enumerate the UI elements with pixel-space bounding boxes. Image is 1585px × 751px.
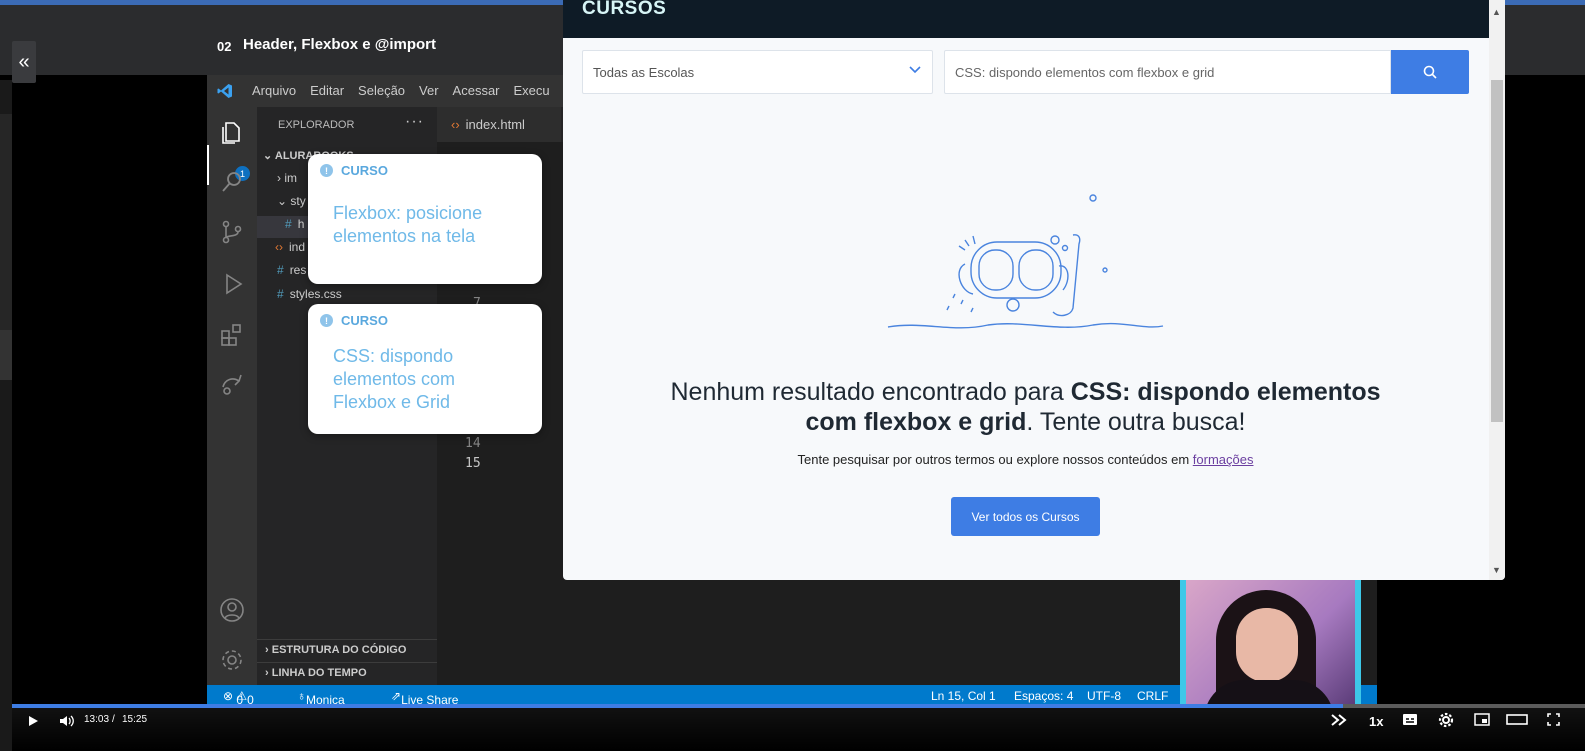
school-select-value: Todas as Escolas <box>593 65 695 80</box>
course-title: CSS: dispondo elementos com Flexbox e Gr… <box>333 346 456 412</box>
course-card[interactable]: ! CURSO Flexbox: posicione elementos na t… <box>308 154 542 284</box>
section-label: ESTRUTURA DO CÓDIGO <box>271 644 407 656</box>
picture-in-picture-icon[interactable] <box>1474 713 1490 726</box>
tree-item: # res <box>277 263 307 277</box>
playback-speed[interactable]: 1x <box>1369 714 1383 729</box>
editor-tab: ‹› index.html <box>437 107 561 142</box>
indent-status: Espaços: 4 <box>1014 689 1074 703</box>
chevron-down-icon <box>909 66 921 74</box>
explorer-title: EXPLORADOR <box>278 119 355 131</box>
lesson-title: Header, Flexbox e @import <box>243 36 437 53</box>
course-title: Flexbox: posicione elementos na tela <box>333 203 483 246</box>
info-icon: ! <box>320 314 333 327</box>
no-result-message: Nenhum resultado encontrado para CSS: di… <box>653 377 1398 437</box>
tree-item-label: h <box>297 217 305 231</box>
menu-item: Arquivo <box>252 83 297 98</box>
outline-section: › ESTRUTURA DO CÓDIGO <box>257 639 437 661</box>
tree-item-label: sty <box>290 194 306 208</box>
course-search-modal: CURSOS Todas as Escolas CSS: dispondo el… <box>563 0 1505 580</box>
theater-mode-icon[interactable] <box>1506 714 1528 725</box>
course-tag: ! CURSO <box>320 163 388 178</box>
play-icon[interactable] <box>26 714 40 728</box>
scroll-up-icon[interactable]: ▲ <box>1492 7 1501 17</box>
view-all-courses-button[interactable]: Ver todos os Cursos <box>951 497 1100 536</box>
search-hint: Tente pesquisar por outros termos ou exp… <box>653 452 1398 467</box>
tree-item-label: res <box>289 263 307 277</box>
tree-item-label: ind <box>289 240 306 254</box>
menu-item: Editar <box>310 83 345 98</box>
skip-forward-icon[interactable] <box>1330 713 1348 727</box>
hint-text: Tente pesquisar por outros termos ou exp… <box>797 452 1193 467</box>
run-debug-icon <box>219 271 245 297</box>
collapse-sidebar-button[interactable]: « <box>12 41 36 83</box>
section-label: LINHA DO TEMPO <box>271 667 367 679</box>
fullscreen-icon[interactable] <box>1547 713 1560 726</box>
scrollbar-thumb[interactable] <box>1491 80 1503 422</box>
modal-title: CURSOS <box>582 0 667 19</box>
info-icon: ! <box>320 164 333 177</box>
search-icon <box>219 169 245 195</box>
eol-status: CRLF <box>1137 689 1169 703</box>
tree-item: # styles.css <box>277 287 342 301</box>
user-status: ♁ Monica <box>297 689 345 706</box>
scroll-down-icon[interactable]: ▼ <box>1492 565 1501 575</box>
more-actions-icon: ··· <box>405 113 424 130</box>
search-input[interactable]: CSS: dispondo elementos com flexbox e gr… <box>944 50 1391 94</box>
account-icon <box>219 597 245 623</box>
volume-icon[interactable] <box>58 713 74 729</box>
tab-label: index.html <box>465 117 525 132</box>
time-separator: / <box>112 714 115 725</box>
time-total: 15:25 <box>122 714 148 725</box>
vscode-logo-icon <box>217 84 232 98</box>
problems-status: ⊗ 0 ⚠ 0 <box>223 689 254 706</box>
tree-item: ‹› ind <box>275 240 306 254</box>
tree-item: › im <box>277 171 298 185</box>
line-number: 15 <box>465 456 481 471</box>
school-select[interactable]: Todas as Escolas <box>582 50 933 94</box>
instructor-webcam <box>1180 580 1361 710</box>
liveshare-status: ⇗ Live Share <box>391 689 459 706</box>
side-panel-edge <box>0 80 12 751</box>
time-current: 13:03 <box>84 714 110 725</box>
menu-item: Seleção <box>358 83 406 98</box>
line-number: 14 <box>465 436 481 451</box>
course-tag-label: CURSO <box>341 163 388 178</box>
no-result-suffix: . Tente outra busca! <box>1026 408 1246 436</box>
player-controls: 13:03 / 15:25 1x <box>12 708 1585 751</box>
diver-mask-illustration <box>887 194 1164 329</box>
menu-item: Ver <box>419 83 439 98</box>
course-card[interactable]: ! CURSO CSS: dispondo elementos com Flexb… <box>308 304 542 434</box>
tree-item-label: im <box>284 171 298 185</box>
course-tag-label: CURSO <box>341 313 388 328</box>
captions-icon[interactable] <box>1402 713 1418 726</box>
search-icon <box>1423 65 1437 79</box>
source-control-icon <box>219 219 245 245</box>
encoding-status: UTF-8 <box>1087 689 1121 703</box>
modal-header: CURSOS <box>563 0 1505 38</box>
remote-explorer-icon <box>219 371 245 397</box>
lesson-number: 02 <box>217 39 232 54</box>
cursor-position: Ln 15, Col 1 <box>931 689 996 703</box>
menu-item: Acessar <box>452 83 500 98</box>
tree-item: ⌄ sty <box>277 194 306 208</box>
extensions-icon <box>219 321 245 347</box>
modal-scrollbar[interactable]: ▲ ▼ <box>1489 0 1505 580</box>
tree-item-label: styles.css <box>289 287 342 301</box>
menu-item: Execu <box>513 83 550 98</box>
timeline-section: › LINHA DO TEMPO <box>257 662 437 684</box>
settings-gear-icon[interactable] <box>1438 712 1454 728</box>
formacoes-link[interactable]: formações <box>1193 452 1254 467</box>
files-icon <box>219 119 245 145</box>
tree-item: # h <box>285 217 305 231</box>
activity-bar: 1 <box>207 107 257 685</box>
settings-gear-icon <box>219 647 245 673</box>
no-result-prefix: Nenhum resultado encontrado para <box>670 378 1071 406</box>
course-tag: ! CURSO <box>320 313 388 328</box>
search-button[interactable] <box>1391 50 1469 94</box>
video-player: 02 Header, Flexbox e @import « Arquivo E… <box>0 0 1585 751</box>
